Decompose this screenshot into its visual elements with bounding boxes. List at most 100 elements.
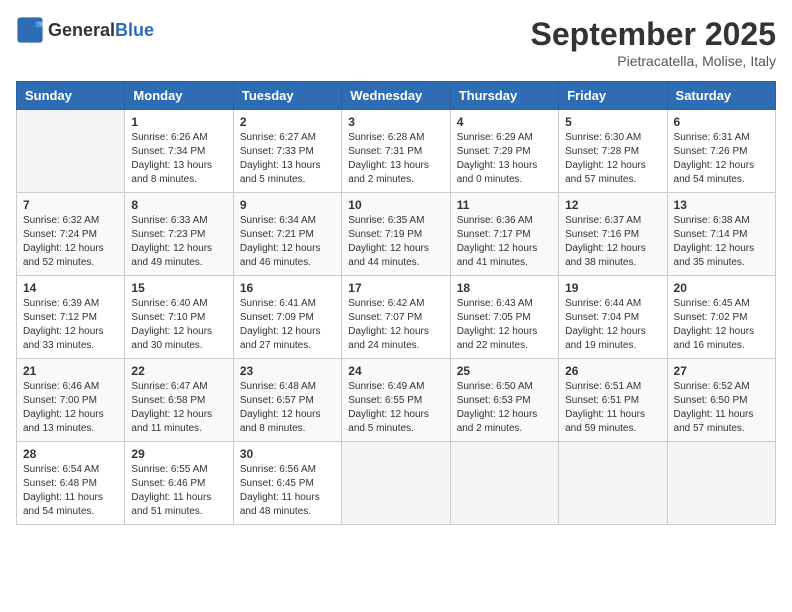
- day-number: 19: [565, 281, 660, 295]
- day-info: Sunrise: 6:29 AMSunset: 7:29 PMDaylight:…: [457, 131, 552, 187]
- day-number: 24: [348, 364, 443, 378]
- day-info: Sunrise: 6:46 AMSunset: 7:00 PMDaylight:…: [23, 380, 118, 436]
- calendar-cell: 21Sunrise: 6:46 AMSunset: 7:00 PMDayligh…: [17, 359, 125, 442]
- calendar-cell: 10 Sunrise: 6:35 AMSunset: 7:19 PMDayligh…: [342, 193, 450, 276]
- calendar-cell: 1 Sunrise: 6:26 AMSunset: 7:34 PMDaylight…: [125, 110, 233, 193]
- day-number: 18: [457, 281, 552, 295]
- calendar-week-row: 21Sunrise: 6:46 AMSunset: 7:00 PMDayligh…: [17, 359, 776, 442]
- day-number: 10: [348, 198, 443, 212]
- day-number: 2: [240, 115, 335, 129]
- day-number: 13: [674, 198, 769, 212]
- day-info: Sunrise: 6:26 AMSunset: 7:34 PMDaylight:…: [131, 131, 226, 187]
- calendar-cell: 12 Sunrise: 6:37 AMSunset: 7:16 PMDayligh…: [559, 193, 667, 276]
- day-info: Sunrise: 6:35 AMSunset: 7:19 PMDaylight:…: [348, 214, 443, 270]
- calendar-cell: 26Sunrise: 6:51 AMSunset: 6:51 PMDayligh…: [559, 359, 667, 442]
- weekday-header: Thursday: [450, 82, 558, 110]
- day-number: 11: [457, 198, 552, 212]
- day-number: 3: [348, 115, 443, 129]
- day-info: Sunrise: 6:52 AMSunset: 6:50 PMDaylight:…: [674, 380, 769, 436]
- calendar-cell: 16 Sunrise: 6:41 AMSunset: 7:09 PMDayligh…: [233, 276, 341, 359]
- calendar-cell: 6 Sunrise: 6:31 AMSunset: 7:26 PMDaylight…: [667, 110, 775, 193]
- logo-icon: [16, 16, 44, 44]
- calendar-cell: [559, 442, 667, 525]
- logo-blue: Blue: [115, 20, 154, 40]
- calendar-week-row: 28 Sunrise: 6:54 AMSunset: 6:48 PMDayligh…: [17, 442, 776, 525]
- day-number: 14: [23, 281, 118, 295]
- calendar-cell: 29 Sunrise: 6:55 AMSunset: 6:46 PMDayligh…: [125, 442, 233, 525]
- calendar-cell: [450, 442, 558, 525]
- weekday-header: Tuesday: [233, 82, 341, 110]
- day-info: Sunrise: 6:51 AMSunset: 6:51 PMDaylight:…: [565, 380, 660, 436]
- day-number: 6: [674, 115, 769, 129]
- calendar-cell: 4 Sunrise: 6:29 AMSunset: 7:29 PMDaylight…: [450, 110, 558, 193]
- day-number: 4: [457, 115, 552, 129]
- day-info: Sunrise: 6:43 AMSunset: 7:05 PMDaylight:…: [457, 297, 552, 353]
- day-info: Sunrise: 6:42 AMSunset: 7:07 PMDaylight:…: [348, 297, 443, 353]
- calendar-cell: 24 Sunrise: 6:49 AMSunset: 6:55 PMDayligh…: [342, 359, 450, 442]
- day-number: 16: [240, 281, 335, 295]
- calendar-cell: 30 Sunrise: 6:56 AMSunset: 6:45 PMDayligh…: [233, 442, 341, 525]
- calendar-cell: 14 Sunrise: 6:39 AMSunset: 7:12 PMDayligh…: [17, 276, 125, 359]
- day-info: Sunrise: 6:30 AMSunset: 7:28 PMDaylight:…: [565, 131, 660, 187]
- month-title: September 2025: [531, 16, 776, 53]
- day-number: 9: [240, 198, 335, 212]
- day-info: Sunrise: 6:49 AMSunset: 6:55 PMDaylight:…: [348, 380, 443, 436]
- weekday-header: Sunday: [17, 82, 125, 110]
- calendar-cell: 22 Sunrise: 6:47 AMSunset: 6:58 PMDayligh…: [125, 359, 233, 442]
- day-info: Sunrise: 6:33 AMSunset: 7:23 PMDaylight:…: [131, 214, 226, 270]
- day-info: Sunrise: 6:37 AMSunset: 7:16 PMDaylight:…: [565, 214, 660, 270]
- calendar-cell: 9 Sunrise: 6:34 AMSunset: 7:21 PMDaylight…: [233, 193, 341, 276]
- day-number: 12: [565, 198, 660, 212]
- day-number: 17: [348, 281, 443, 295]
- day-info: Sunrise: 6:54 AMSunset: 6:48 PMDaylight:…: [23, 463, 118, 519]
- day-info: Sunrise: 6:31 AMSunset: 7:26 PMDaylight:…: [674, 131, 769, 187]
- day-info: Sunrise: 6:39 AMSunset: 7:12 PMDaylight:…: [23, 297, 118, 353]
- day-info: Sunrise: 6:28 AMSunset: 7:31 PMDaylight:…: [348, 131, 443, 187]
- day-number: 7: [23, 198, 118, 212]
- calendar-cell: 19Sunrise: 6:44 AMSunset: 7:04 PMDayligh…: [559, 276, 667, 359]
- weekday-header: Saturday: [667, 82, 775, 110]
- day-number: 20: [674, 281, 769, 295]
- calendar-cell: 28 Sunrise: 6:54 AMSunset: 6:48 PMDayligh…: [17, 442, 125, 525]
- title-block: September 2025 Pietracatella, Molise, It…: [531, 16, 776, 69]
- calendar-cell: 25 Sunrise: 6:50 AMSunset: 6:53 PMDayligh…: [450, 359, 558, 442]
- calendar-cell: 20 Sunrise: 6:45 AMSunset: 7:02 PMDayligh…: [667, 276, 775, 359]
- calendar-cell: 5Sunrise: 6:30 AMSunset: 7:28 PMDaylight…: [559, 110, 667, 193]
- day-info: Sunrise: 6:32 AMSunset: 7:24 PMDaylight:…: [23, 214, 118, 270]
- weekday-header: Wednesday: [342, 82, 450, 110]
- day-number: 8: [131, 198, 226, 212]
- day-info: Sunrise: 6:41 AMSunset: 7:09 PMDaylight:…: [240, 297, 335, 353]
- day-info: Sunrise: 6:34 AMSunset: 7:21 PMDaylight:…: [240, 214, 335, 270]
- day-info: Sunrise: 6:40 AMSunset: 7:10 PMDaylight:…: [131, 297, 226, 353]
- day-info: Sunrise: 6:56 AMSunset: 6:45 PMDaylight:…: [240, 463, 335, 519]
- calendar-cell: 11 Sunrise: 6:36 AMSunset: 7:17 PMDayligh…: [450, 193, 558, 276]
- calendar-cell: 23 Sunrise: 6:48 AMSunset: 6:57 PMDayligh…: [233, 359, 341, 442]
- day-info: Sunrise: 6:45 AMSunset: 7:02 PMDaylight:…: [674, 297, 769, 353]
- day-number: 25: [457, 364, 552, 378]
- calendar-cell: 17 Sunrise: 6:42 AMSunset: 7:07 PMDayligh…: [342, 276, 450, 359]
- day-info: Sunrise: 6:48 AMSunset: 6:57 PMDaylight:…: [240, 380, 335, 436]
- calendar-week-row: 1 Sunrise: 6:26 AMSunset: 7:34 PMDaylight…: [17, 110, 776, 193]
- logo: GeneralBlue: [16, 16, 154, 44]
- day-number: 1: [131, 115, 226, 129]
- calendar-week-row: 7 Sunrise: 6:32 AMSunset: 7:24 PMDaylight…: [17, 193, 776, 276]
- calendar-cell: 3 Sunrise: 6:28 AMSunset: 7:31 PMDaylight…: [342, 110, 450, 193]
- calendar-header-row: SundayMondayTuesdayWednesdayThursdayFrid…: [17, 82, 776, 110]
- day-number: 29: [131, 447, 226, 461]
- day-number: 23: [240, 364, 335, 378]
- day-number: 30: [240, 447, 335, 461]
- day-info: Sunrise: 6:55 AMSunset: 6:46 PMDaylight:…: [131, 463, 226, 519]
- day-number: 22: [131, 364, 226, 378]
- day-number: 28: [23, 447, 118, 461]
- calendar-table: SundayMondayTuesdayWednesdayThursdayFrid…: [16, 81, 776, 525]
- calendar-cell: 2Sunrise: 6:27 AMSunset: 7:33 PMDaylight…: [233, 110, 341, 193]
- location-title: Pietracatella, Molise, Italy: [531, 53, 776, 69]
- calendar-cell: 15Sunrise: 6:40 AMSunset: 7:10 PMDayligh…: [125, 276, 233, 359]
- day-info: Sunrise: 6:50 AMSunset: 6:53 PMDaylight:…: [457, 380, 552, 436]
- calendar-cell: [17, 110, 125, 193]
- calendar-week-row: 14 Sunrise: 6:39 AMSunset: 7:12 PMDayligh…: [17, 276, 776, 359]
- calendar-cell: [667, 442, 775, 525]
- day-info: Sunrise: 6:47 AMSunset: 6:58 PMDaylight:…: [131, 380, 226, 436]
- day-info: Sunrise: 6:36 AMSunset: 7:17 PMDaylight:…: [457, 214, 552, 270]
- calendar-cell: 27Sunrise: 6:52 AMSunset: 6:50 PMDayligh…: [667, 359, 775, 442]
